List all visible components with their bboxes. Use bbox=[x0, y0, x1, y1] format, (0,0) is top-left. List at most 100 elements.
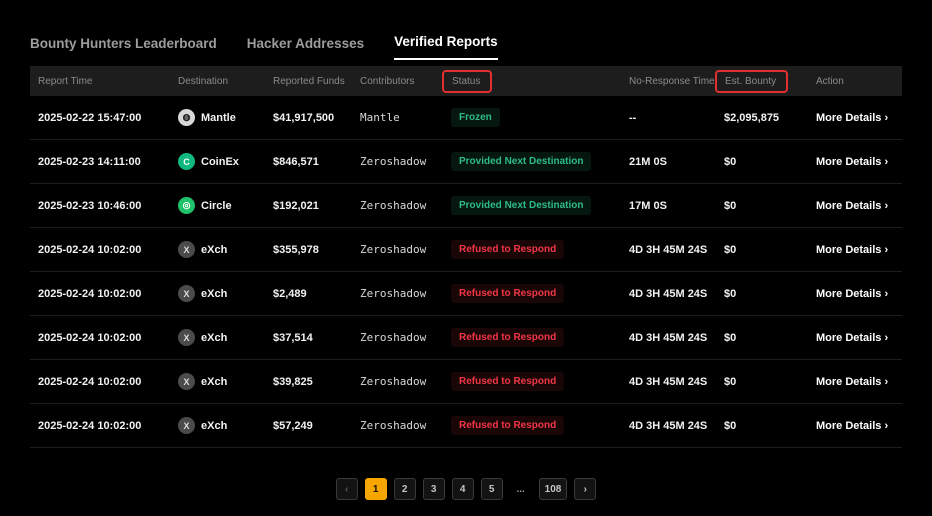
no-response-time-cell: 4D 3H 45M 24S bbox=[621, 288, 716, 300]
column-header-label: Report Time bbox=[38, 76, 92, 87]
reported-funds-cell: $192,021 bbox=[265, 200, 352, 212]
action-cell: More Details › bbox=[808, 244, 902, 256]
table-row: 2025-02-23 10:46:00◎Circle$192,021Zerosh… bbox=[30, 184, 902, 228]
exch-icon: X bbox=[178, 373, 195, 390]
next-page-button[interactable]: › bbox=[574, 478, 596, 500]
action-cell: More Details › bbox=[808, 420, 902, 432]
no-response-time-cell: 4D 3H 45M 24S bbox=[621, 244, 716, 256]
mantle-icon: ◍ bbox=[178, 109, 195, 126]
exch-icon: X bbox=[178, 417, 195, 434]
reported-funds-cell: $57,249 bbox=[265, 420, 352, 432]
destination-label: Mantle bbox=[201, 112, 236, 124]
reported-funds-cell: $37,514 bbox=[265, 332, 352, 344]
action-cell: More Details › bbox=[808, 200, 902, 212]
table-row: 2025-02-24 10:02:00XeXch$355,978Zeroshad… bbox=[30, 228, 902, 272]
column-header-label: Destination bbox=[178, 76, 228, 87]
more-details-link[interactable]: More Details › bbox=[816, 156, 888, 168]
est-bounty-cell: $0 bbox=[716, 200, 808, 212]
table-row: 2025-02-24 10:02:00XeXch$39,825Zeroshado… bbox=[30, 360, 902, 404]
status-cell: Refused to Respond bbox=[443, 240, 621, 259]
exch-icon: X bbox=[178, 329, 195, 346]
destination-label: eXch bbox=[201, 332, 227, 344]
more-details-link[interactable]: More Details › bbox=[816, 420, 888, 432]
destination-cell: XeXch bbox=[170, 329, 265, 346]
contributors-cell: Zeroshadow bbox=[352, 199, 443, 212]
destination-cell: XeXch bbox=[170, 285, 265, 302]
report-time-cell: 2025-02-24 10:02:00 bbox=[30, 244, 170, 256]
page-button-5[interactable]: 5 bbox=[481, 478, 503, 500]
page-button-1[interactable]: 1 bbox=[365, 478, 387, 500]
tab-bounty-hunters-leaderboard[interactable]: Bounty Hunters Leaderboard bbox=[30, 36, 217, 60]
page-button-3[interactable]: 3 bbox=[423, 478, 445, 500]
destination-label: eXch bbox=[201, 288, 227, 300]
table-header-row: Report TimeDestinationReported FundsCont… bbox=[30, 66, 902, 96]
destination-cell: XeXch bbox=[170, 417, 265, 434]
destination-cell: XeXch bbox=[170, 373, 265, 390]
reports-table: Report TimeDestinationReported FundsCont… bbox=[30, 66, 902, 448]
column-header-no-response-time: No-Response Time bbox=[621, 76, 716, 87]
status-cell: Provided Next Destination bbox=[443, 196, 621, 215]
exch-icon: X bbox=[178, 285, 195, 302]
table-row: 2025-02-24 10:02:00XeXch$2,489Zeroshadow… bbox=[30, 272, 902, 316]
destination-label: eXch bbox=[201, 420, 227, 432]
table-row: 2025-02-23 14:11:00CCoinEx$846,571Zerosh… bbox=[30, 140, 902, 184]
destination-label: Circle bbox=[201, 200, 232, 212]
report-time-cell: 2025-02-24 10:02:00 bbox=[30, 420, 170, 432]
destination-cell: CCoinEx bbox=[170, 153, 265, 170]
exch-icon: X bbox=[178, 241, 195, 258]
status-cell: Refused to Respond bbox=[443, 416, 621, 435]
circle-icon: ◎ bbox=[178, 197, 195, 214]
column-header-reported-funds: Reported Funds bbox=[265, 76, 352, 87]
status-badge: Frozen bbox=[451, 108, 500, 127]
no-response-time-cell: 17M 0S bbox=[621, 200, 716, 212]
tab-hacker-addresses[interactable]: Hacker Addresses bbox=[247, 36, 364, 60]
reported-funds-cell: $846,571 bbox=[265, 156, 352, 168]
contributors-cell: Zeroshadow bbox=[352, 419, 443, 432]
reported-funds-cell: $41,917,500 bbox=[265, 112, 352, 124]
reported-funds-cell: $355,978 bbox=[265, 244, 352, 256]
est-bounty-cell: $0 bbox=[716, 156, 808, 168]
contributors-cell: Zeroshadow bbox=[352, 375, 443, 388]
more-details-link[interactable]: More Details › bbox=[816, 244, 888, 256]
action-cell: More Details › bbox=[808, 376, 902, 388]
no-response-time-cell: -- bbox=[621, 112, 716, 124]
est-bounty-cell: $0 bbox=[716, 420, 808, 432]
column-header-action: Action bbox=[808, 76, 902, 87]
status-badge: Provided Next Destination bbox=[451, 152, 591, 171]
status-badge: Refused to Respond bbox=[451, 416, 564, 435]
action-cell: More Details › bbox=[808, 288, 902, 300]
annotation-box-status: Status bbox=[442, 70, 492, 93]
destination-cell: ◍ Mantle bbox=[170, 109, 265, 126]
column-header-est-bounty: Est. Bounty bbox=[716, 70, 808, 93]
column-header-status: Status bbox=[443, 70, 621, 93]
action-cell: More Details › bbox=[808, 112, 902, 124]
page-button-108[interactable]: 108 bbox=[539, 478, 568, 500]
more-details-link[interactable]: More Details › bbox=[816, 112, 888, 124]
destination-label: CoinEx bbox=[201, 156, 239, 168]
destination-cell: XeXch bbox=[170, 241, 265, 258]
status-cell: Refused to Respond bbox=[443, 328, 621, 347]
status-badge: Refused to Respond bbox=[451, 240, 564, 259]
more-details-link[interactable]: More Details › bbox=[816, 288, 888, 300]
more-details-link[interactable]: More Details › bbox=[816, 332, 888, 344]
pagination: ‹12345...108› bbox=[0, 478, 932, 500]
tab-verified-reports[interactable]: Verified Reports bbox=[394, 34, 498, 60]
est-bounty-cell: $0 bbox=[716, 288, 808, 300]
status-cell: Refused to Respond bbox=[443, 284, 621, 303]
destination-label: eXch bbox=[201, 376, 227, 388]
report-time-cell: 2025-02-23 14:11:00 bbox=[30, 156, 170, 168]
action-cell: More Details › bbox=[808, 156, 902, 168]
page-button-2[interactable]: 2 bbox=[394, 478, 416, 500]
est-bounty-cell: $0 bbox=[716, 376, 808, 388]
contributors-cell: Zeroshadow bbox=[352, 155, 443, 168]
column-header-report-time: Report Time bbox=[30, 76, 170, 87]
more-details-link[interactable]: More Details › bbox=[816, 200, 888, 212]
more-details-link[interactable]: More Details › bbox=[816, 376, 888, 388]
report-time-cell: 2025-02-24 10:02:00 bbox=[30, 376, 170, 388]
no-response-time-cell: 4D 3H 45M 24S bbox=[621, 420, 716, 432]
page-button-4[interactable]: 4 bbox=[452, 478, 474, 500]
est-bounty-cell: $2,095,875 bbox=[716, 112, 808, 124]
prev-page-button[interactable]: ‹ bbox=[336, 478, 358, 500]
reported-funds-cell: $2,489 bbox=[265, 288, 352, 300]
no-response-time-cell: 21M 0S bbox=[621, 156, 716, 168]
